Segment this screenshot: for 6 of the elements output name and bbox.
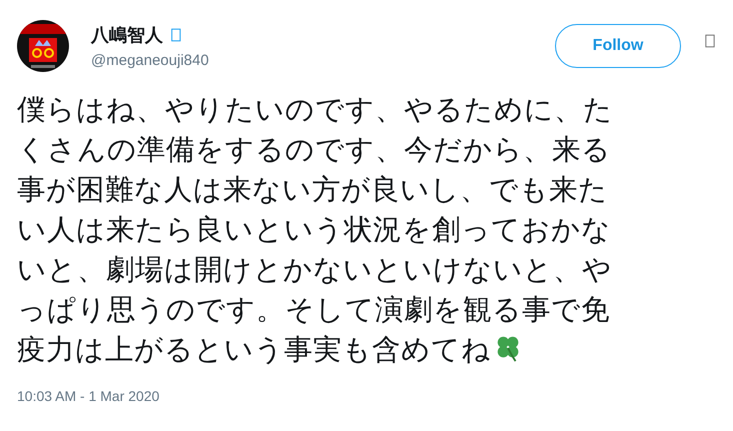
more-icon[interactable] <box>705 34 715 48</box>
tweet-text: 僕らはね、やりたいのです、やるために、たくさんの準備をするのです、今だから、来る事が困難な人は来ない方が良いし、でも来たい人は来たら良いという状況を創っておかないと、劇場は開けとかないといけないと、やっぱり思うのです。そして演劇を観る事で免疫力は上がるという事実も含めてね <box>17 92 614 368</box>
author-handle[interactable]: @meganeouji840 <box>91 52 555 69</box>
author-name[interactable]: 八嶋智人 <box>91 23 163 47</box>
follow-button[interactable]: Follow <box>555 24 681 68</box>
timestamp[interactable]: 10:03 AM - 1 Mar 2020 <box>17 388 715 404</box>
